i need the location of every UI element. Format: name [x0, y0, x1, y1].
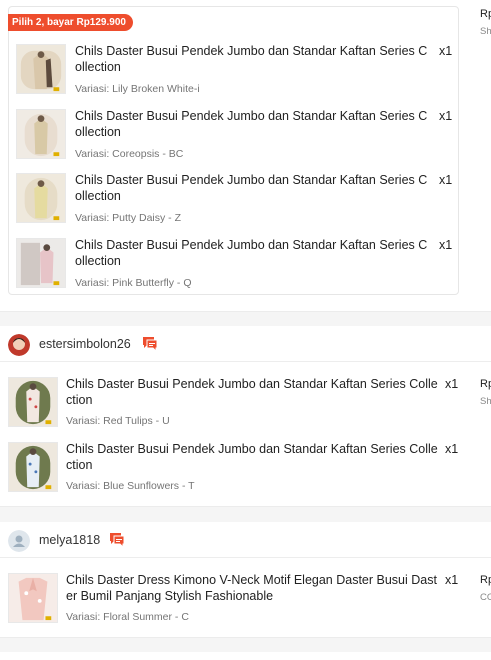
order-amount: Rp [480, 378, 491, 390]
divider [0, 311, 491, 312]
product-quantity: x1 [445, 377, 459, 391]
buyer-avatar[interactable] [8, 334, 30, 356]
bundle-deal-badge: Pilih 2, bayar Rp129.900 [8, 14, 133, 31]
user-icon [8, 530, 30, 552]
product-title[interactable]: Chils Daster Busui Pendek Jumbo dan Stan… [75, 109, 431, 140]
order-payment: Sh [480, 26, 491, 37]
bundle-deal-box: Pilih 2, bayar Rp129.900 Chils Daster Bu… [8, 6, 459, 295]
buyer-username[interactable]: estersimbolon26 [39, 337, 131, 351]
product-thumbnail[interactable] [16, 173, 66, 223]
buyer-avatar[interactable] [8, 530, 30, 552]
order-card: estersimbolon26 Chils Daster Busui Pende… [0, 326, 491, 507]
product-item[interactable]: Chils Daster Busui Pendek Jumbo dan Stan… [16, 238, 456, 290]
product-variation: Variasi: Blue Sunflowers - T [66, 480, 195, 492]
order-card [0, 652, 491, 660]
product-variation: Variasi: Floral Summer - C [66, 611, 189, 623]
order-payment: Sh [480, 396, 491, 407]
product-item[interactable]: Chils Daster Dress Kimono V-Neck Motif E… [8, 573, 463, 625]
product-item[interactable]: Chils Daster Busui Pendek Jumbo dan Stan… [8, 442, 463, 494]
product-thumbnail[interactable] [16, 44, 66, 94]
order-card: melya1818 Chils Daster Dress Kimono V-Ne… [0, 522, 491, 638]
divider [0, 637, 491, 638]
product-item[interactable]: Chils Daster Busui Pendek Jumbo dan Stan… [16, 44, 456, 96]
product-title[interactable]: Chils Daster Busui Pendek Jumbo dan Stan… [66, 442, 441, 473]
product-title[interactable]: Chils Daster Dress Kimono V-Neck Motif E… [66, 573, 441, 604]
product-quantity: x1 [439, 109, 453, 123]
product-variation: Variasi: Red Tulips - U [66, 415, 170, 427]
order-amount: Rp [480, 8, 491, 20]
product-variation: Variasi: Coreopsis - BC [75, 148, 184, 160]
product-quantity: x1 [439, 238, 453, 252]
product-thumbnail[interactable] [16, 109, 66, 159]
product-item[interactable]: Chils Daster Busui Pendek Jumbo dan Stan… [16, 173, 456, 225]
product-variation: Variasi: Lily Broken White-i [75, 83, 200, 95]
product-thumbnail[interactable] [16, 238, 66, 288]
buyer-username[interactable]: melya1818 [39, 533, 100, 547]
product-title[interactable]: Chils Daster Busui Pendek Jumbo dan Stan… [75, 238, 431, 269]
product-thumbnail[interactable] [8, 573, 58, 623]
product-title[interactable]: Chils Daster Busui Pendek Jumbo dan Stan… [75, 44, 431, 75]
product-quantity: x1 [439, 44, 453, 58]
buyer-header: melya1818 [0, 522, 491, 558]
product-thumbnail[interactable] [8, 377, 58, 427]
order-amount: Rp [480, 574, 491, 586]
chat-icon[interactable] [109, 532, 125, 549]
chat-icon[interactable] [142, 336, 158, 353]
product-quantity: x1 [439, 173, 453, 187]
product-quantity: x1 [445, 573, 459, 587]
product-title[interactable]: Chils Daster Busui Pendek Jumbo dan Stan… [66, 377, 441, 408]
divider [0, 506, 491, 507]
product-quantity: x1 [445, 442, 459, 456]
buyer-header: estersimbolon26 [0, 326, 491, 362]
product-title[interactable]: Chils Daster Busui Pendek Jumbo dan Stan… [75, 173, 431, 204]
order-card: Pilih 2, bayar Rp129.900 Chils Daster Bu… [0, 0, 491, 312]
product-thumbnail[interactable] [8, 442, 58, 492]
product-item[interactable]: Chils Daster Busui Pendek Jumbo dan Stan… [8, 377, 463, 429]
product-variation: Variasi: Putty Daisy - Z [75, 212, 181, 224]
product-variation: Variasi: Pink Butterfly - Q [75, 277, 192, 289]
product-item[interactable]: Chils Daster Busui Pendek Jumbo dan Stan… [16, 109, 456, 161]
order-payment: CO [480, 592, 491, 603]
